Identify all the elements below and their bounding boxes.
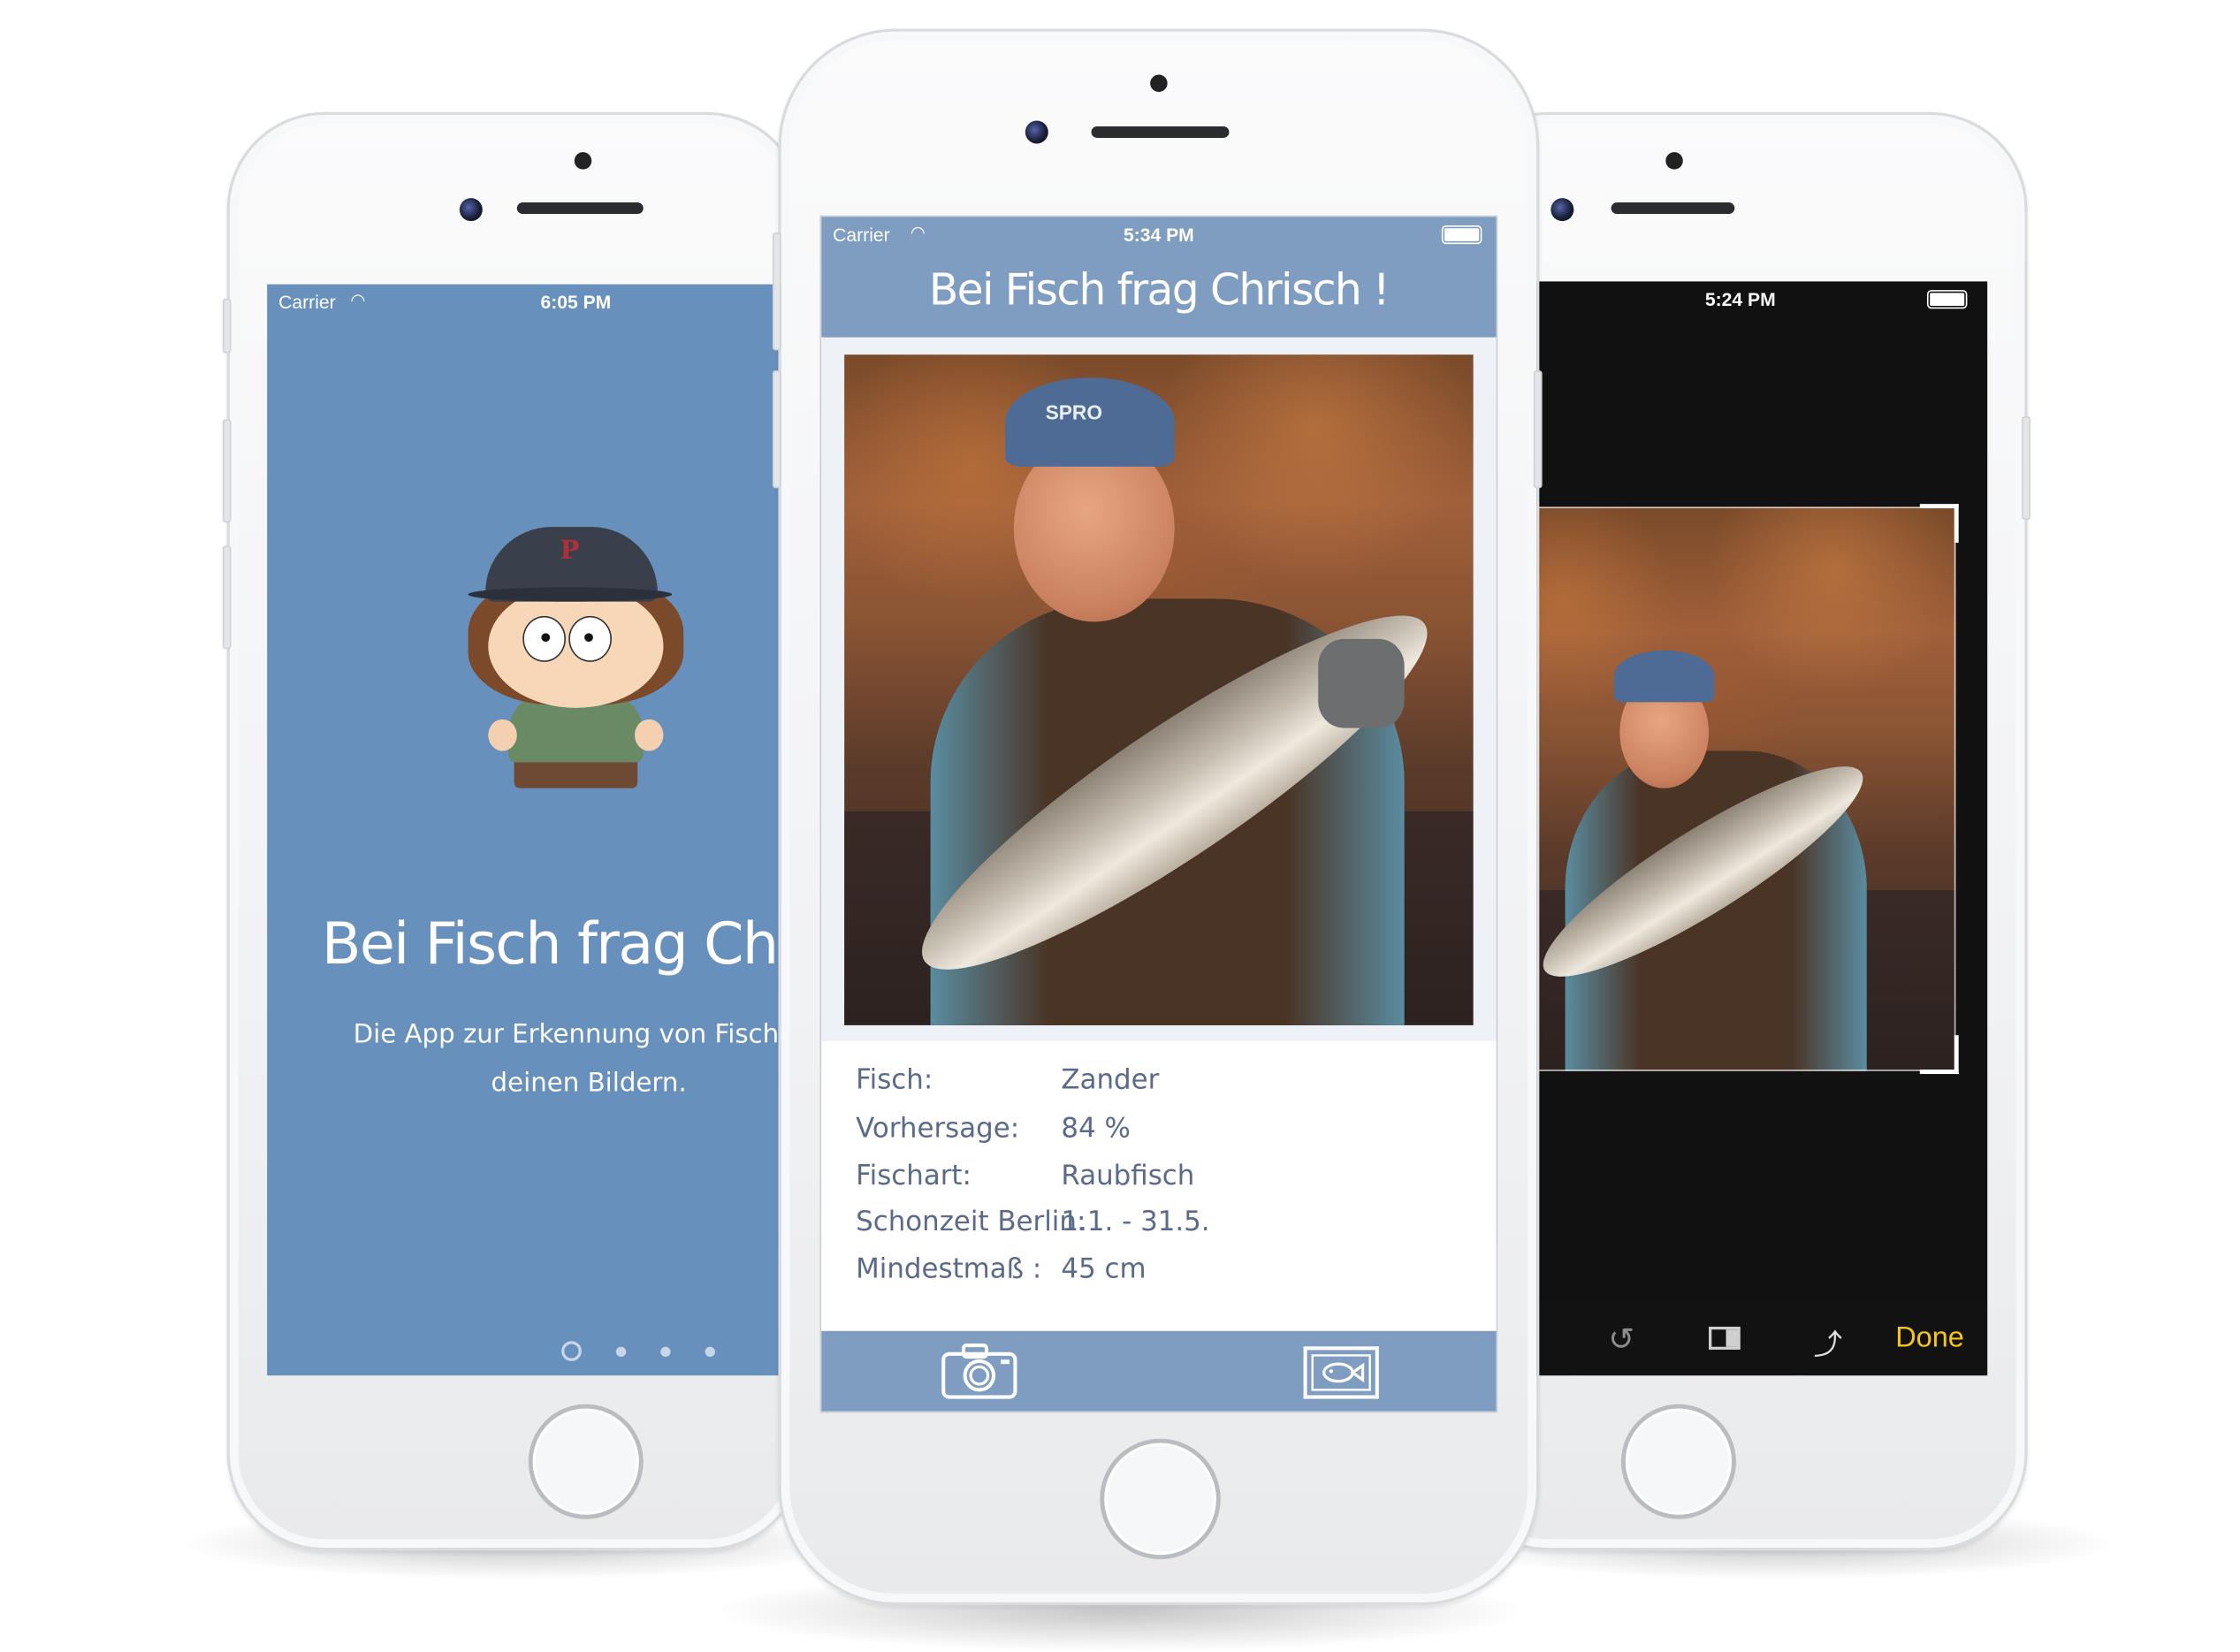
onboarding-subtitle-line1: Die App zur Erkennung von Fischen au xyxy=(353,1019,799,1050)
left-phone-front-camera xyxy=(459,198,483,222)
center-phone-volume-down xyxy=(772,370,781,489)
right-phone-screen: 5:24 PM ↺ ⤴ Done xyxy=(1464,281,1988,1376)
right-status-time: 5:24 PM xyxy=(1704,288,1776,310)
left-phone-screen: Carrier ◠ 6:05 PM P Bei Fisch frag Chris… xyxy=(267,284,799,1376)
page-dot-3[interactable] xyxy=(660,1346,671,1358)
left-phone-mute-switch xyxy=(222,298,232,354)
right-phone-sensor xyxy=(1665,152,1683,170)
center-phone-power-button xyxy=(1533,370,1543,489)
info-value-fischart: Raubfisch xyxy=(1061,1160,1195,1192)
aspect-ratio-icon[interactable] xyxy=(1709,1326,1741,1350)
info-label-fischart: Fischart: xyxy=(856,1160,971,1192)
fish-picture-icon[interactable] xyxy=(1302,1345,1380,1400)
camera-icon[interactable] xyxy=(941,1343,1018,1400)
app-showcase: 5:24 PM ↺ ⤴ Done Carrier ◠ 6:05 PM P Bei… xyxy=(0,0,2240,1652)
info-row-schonzeit: Schonzeit Berlin: 1.1. - 31.5. xyxy=(856,1206,1459,1252)
info-row-fisch: Fisch: Zander xyxy=(856,1064,1459,1110)
info-row-vorhersage: Vorhersage: 84 % xyxy=(856,1113,1459,1159)
fish-photo: SPRO xyxy=(844,354,1474,1025)
left-phone-sensor xyxy=(574,152,592,170)
fish-photo-glove xyxy=(1318,638,1405,728)
center-status-bar: Carrier ◠ 5:34 PM xyxy=(821,217,1496,251)
page-dot-2[interactable] xyxy=(615,1346,627,1358)
info-row-mindestmass: Mindestmaß : 45 cm xyxy=(856,1253,1459,1299)
undo-rotate-icon[interactable]: ↺ xyxy=(1608,1321,1634,1358)
page-dot-4[interactable] xyxy=(705,1346,715,1358)
center-phone-home-button[interactable] xyxy=(1100,1438,1221,1560)
left-phone-volume-up xyxy=(222,419,232,523)
right-phone-front-camera xyxy=(1550,198,1574,222)
mascot-cap-visor xyxy=(468,587,673,602)
onboarding-title: Bei Fisch frag Chrisc xyxy=(321,911,799,978)
center-battery-icon xyxy=(1441,225,1482,245)
page-dot-1[interactable] xyxy=(561,1341,582,1361)
mascot-left-eye xyxy=(522,615,567,662)
right-phone-speaker xyxy=(1611,202,1735,215)
mascot-cap-logo: P xyxy=(560,535,580,567)
info-value-vorhersage: 84 % xyxy=(1061,1112,1131,1145)
center-status-time: 5:34 PM xyxy=(1123,224,1194,246)
info-value-mindestmass: 45 cm xyxy=(1061,1253,1147,1285)
center-phone-screen: Carrier ◠ 5:34 PM Bei Fisch frag Chrisch… xyxy=(819,215,1498,1413)
onboarding-subtitle-line2: deinen Bildern. xyxy=(491,1068,687,1099)
mascot-right-eye xyxy=(568,615,612,662)
center-phone-speaker xyxy=(1091,126,1230,138)
bottom-toolbar xyxy=(821,1330,1497,1412)
right-phone-power-button xyxy=(2022,416,2030,521)
info-label-schonzeit: Schonzeit Berlin: xyxy=(856,1206,1086,1238)
fish-photo-cap: SPRO xyxy=(1005,377,1175,467)
info-row-fischart: Fischart: Raubfisch xyxy=(856,1161,1459,1207)
left-phone-volume-down xyxy=(222,545,232,650)
app-header: Carrier ◠ 5:34 PM Bei Fisch frag Chrisch… xyxy=(821,217,1497,338)
center-phone-sensor xyxy=(1150,74,1168,92)
info-label-fisch: Fisch: xyxy=(856,1063,933,1096)
left-phone-home-button[interactable] xyxy=(528,1404,644,1519)
info-value-fisch: Zander xyxy=(1061,1063,1160,1096)
edit-toolbar: ↺ ⤴ Done xyxy=(1464,1300,1988,1376)
right-battery-icon xyxy=(1926,290,1968,309)
left-phone-speaker xyxy=(516,202,644,215)
center-phone-front-camera xyxy=(1025,120,1048,144)
app-title: Bei Fisch frag Chrisch ! xyxy=(928,265,1390,316)
rotate-90-icon[interactable]: ⤴ xyxy=(1814,1321,1842,1362)
mascot-illustration: P xyxy=(468,521,684,809)
center-phone-volume-up xyxy=(772,232,781,351)
info-label-mindestmass: Mindestmaß : xyxy=(856,1253,1042,1285)
right-status-bar: 5:24 PM xyxy=(1465,281,1987,316)
info-label-vorhersage: Vorhersage: xyxy=(856,1112,1020,1145)
page-indicator xyxy=(561,1341,734,1361)
info-value-schonzeit: 1.1. - 31.5. xyxy=(1061,1206,1210,1238)
left-status-bar: Carrier ◠ 6:05 PM xyxy=(267,285,798,319)
left-status-time: 6:05 PM xyxy=(540,291,612,314)
mascot-left-hand xyxy=(488,719,517,751)
right-phone-home-button[interactable] xyxy=(1620,1404,1736,1519)
done-button[interactable]: Done xyxy=(1895,1322,1964,1355)
photo-panel: SPRO xyxy=(821,337,1497,1041)
mascot-right-hand xyxy=(634,719,664,751)
